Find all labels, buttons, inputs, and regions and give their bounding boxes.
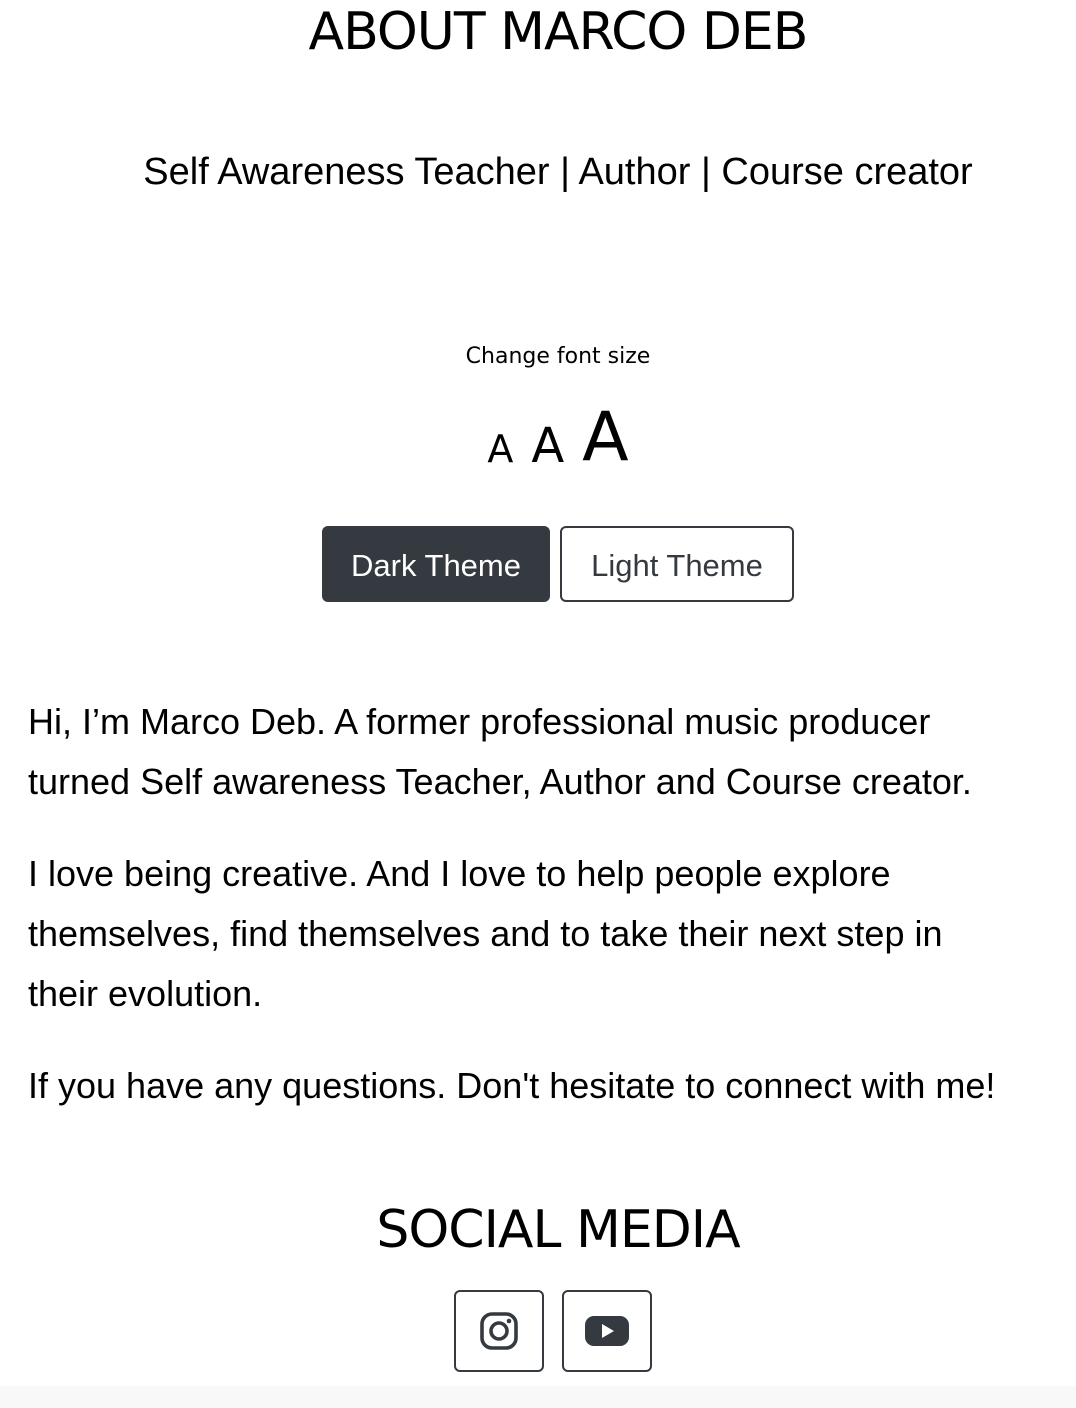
font-size-medium-button[interactable]: A: [531, 422, 564, 476]
page-subtitle: Self Awareness Teacher | Author | Course…: [143, 151, 973, 193]
font-size-label: Change font size: [465, 344, 651, 369]
about-paragraph-intro: Hi, I’m Marco Deb. A former professional…: [28, 701, 972, 802]
page-title: ABOUT MARCO DEB: [308, 2, 809, 62]
font-size-small-button[interactable]: A: [487, 430, 513, 476]
font-size-controls: A A A: [0, 396, 1076, 476]
youtube-icon: [585, 1316, 629, 1346]
font-size-large-button[interactable]: A: [582, 404, 629, 476]
social-media-title: SOCIAL MEDIA: [376, 1200, 740, 1260]
instagram-button[interactable]: [454, 1290, 544, 1372]
about-paragraph-contact: If you have any questions. Don't hesitat…: [28, 1065, 996, 1106]
about-paragraph-mission: I love being creative. And I love to hel…: [28, 853, 943, 1014]
dark-theme-button[interactable]: Dark Theme: [322, 526, 550, 602]
instagram-icon: [480, 1312, 518, 1350]
about-page: ABOUT MARCO DEB Self Awareness Teacher |…: [0, 0, 1076, 1408]
footer-band: [0, 1386, 1076, 1408]
light-theme-button[interactable]: Light Theme: [560, 526, 794, 602]
youtube-button[interactable]: [562, 1290, 652, 1372]
